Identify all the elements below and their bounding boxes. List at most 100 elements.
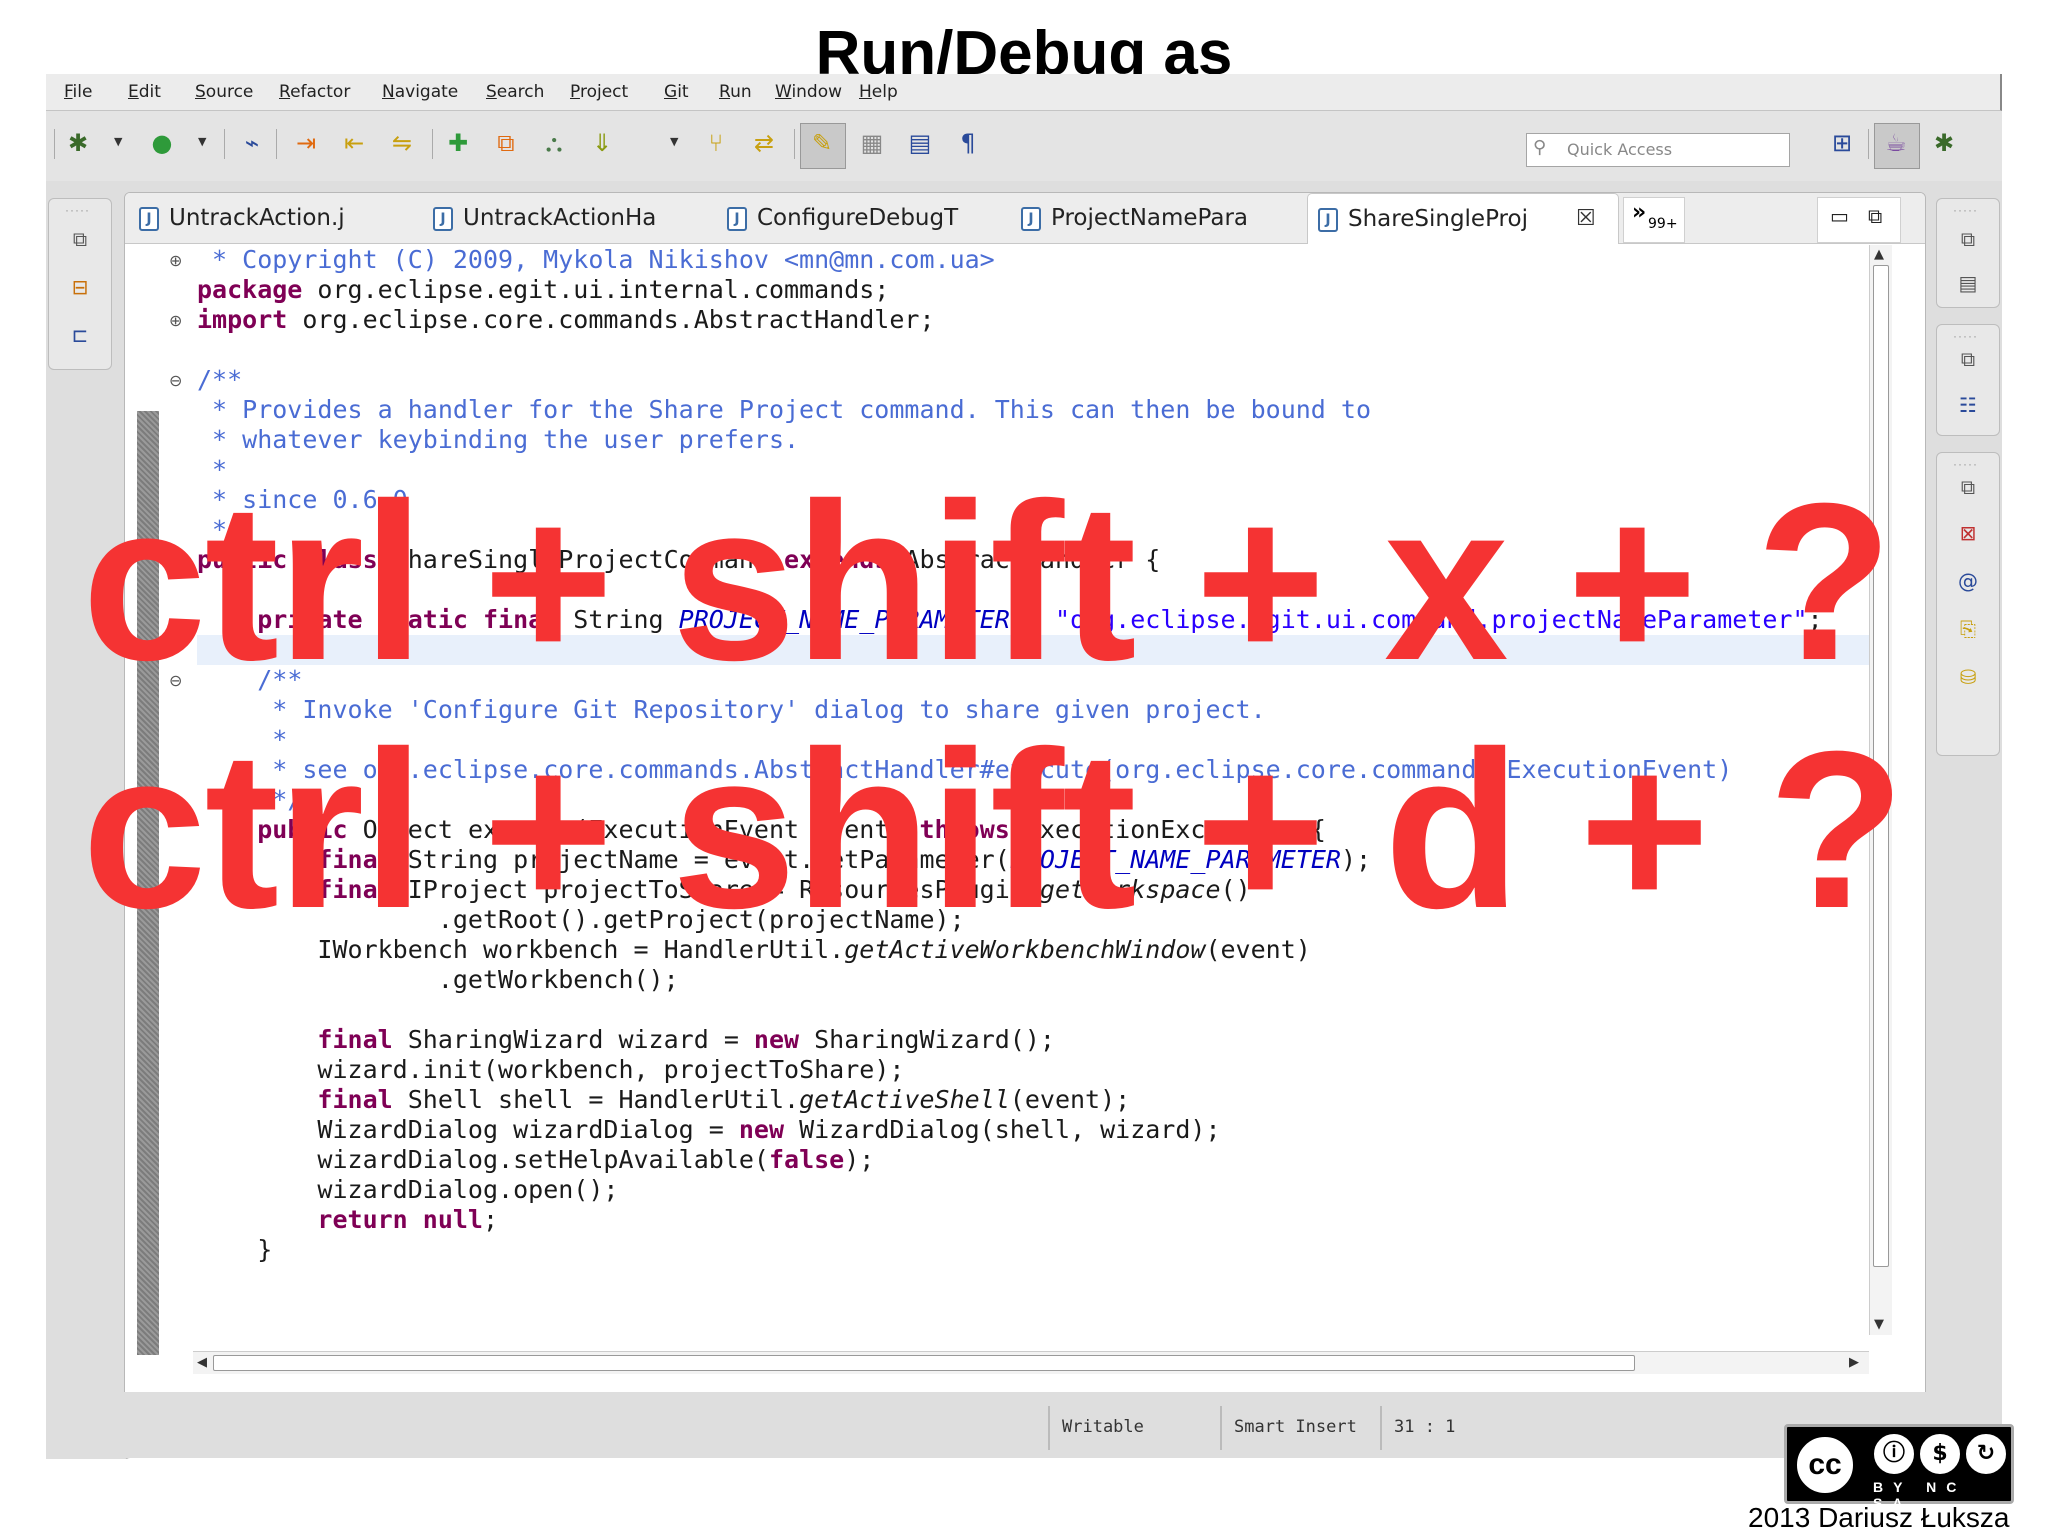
drag-handle[interactable]: ····· — [1953, 203, 1978, 217]
task-list-icon[interactable]: ▤ — [1954, 269, 1982, 297]
editor-tab[interactable]: J ProjectNamePara — [1021, 193, 1301, 243]
code-line: final Shell shell = HandlerUtil.getActiv… — [317, 1085, 1131, 1114]
restore-icon[interactable]: ⧉ — [1954, 225, 1982, 253]
attribution-icon: ⓘ — [1871, 1431, 1917, 1477]
shortcut-overlay-debug: ctrl + shift + d + ? — [82, 705, 1905, 955]
pull-dropdown-icon[interactable]: ▼ — [670, 135, 678, 148]
block-selection-icon[interactable]: ▦ — [856, 127, 888, 159]
shortcut-overlay-run: ctrl + shift + x + ? — [82, 457, 1893, 707]
code-line: } — [257, 1235, 273, 1264]
author-credit: 2013 Dariusz Łuksza — [1748, 1502, 2010, 1533]
quick-access-input[interactable]: ⚲ Quick Access — [1526, 133, 1790, 167]
menu-git[interactable]: Git — [664, 82, 689, 102]
close-tab-icon[interactable]: ☒ — [1576, 206, 1596, 231]
left-trim-panel: ····· ⧉ ⊟ ⊏ — [48, 198, 112, 370]
menu-run[interactable]: Run — [719, 82, 752, 102]
expand-icon[interactable]: ⊕ — [169, 251, 182, 270]
right-trim-panel-mid: ····· ⧉ ☷ — [1936, 324, 2000, 436]
javadoc-icon[interactable]: @ — [1954, 567, 1982, 595]
menu-refactor[interactable]: Refactor — [279, 82, 350, 102]
debug-dropdown-icon[interactable]: ▼ — [114, 135, 122, 148]
new-java-project-icon[interactable]: ⇥ — [290, 127, 322, 159]
run-icon[interactable]: ● — [146, 127, 178, 159]
toolbar-separator — [276, 129, 277, 159]
commit-icon[interactable]: ⧉ — [490, 127, 522, 159]
chevron-double-icon: » — [1632, 200, 1647, 225]
right-trim-panel-top: ····· ⧉ ▤ — [1936, 198, 2000, 308]
tab-overflow-button[interactable]: » 99+ — [1623, 197, 1685, 243]
merge-icon[interactable]: ⑂ — [700, 127, 732, 159]
type-hierarchy-icon[interactable]: ⊏ — [66, 321, 94, 349]
code-line: wizardDialog.setHelpAvailable(false); — [317, 1145, 875, 1174]
java-file-icon: J — [139, 207, 159, 231]
debug-perspective-icon[interactable]: ✱ — [1928, 127, 1960, 159]
menu-help[interactable]: Help — [859, 82, 898, 102]
cc-license-badge: cc ⓘ $ ↻ BY NC SA — [1784, 1424, 2014, 1511]
java-perspective-icon[interactable]: ☕ — [1880, 127, 1912, 159]
scroll-left-icon[interactable]: ◀ — [197, 1355, 207, 1370]
open-perspective-icon[interactable]: ⊞ — [1826, 127, 1858, 159]
run-dropdown-icon[interactable]: ▼ — [198, 135, 206, 148]
scroll-up-icon[interactable]: ▲ — [1874, 247, 1884, 262]
java-file-icon: J — [1318, 208, 1338, 232]
right-trim-panel-bottom: ····· ⧉ ⊠ @ ⎘ ⛁ — [1936, 452, 2000, 756]
problems-icon[interactable]: ⊠ — [1954, 519, 1982, 547]
menu-project[interactable]: Project — [570, 82, 628, 102]
code-line: package org.eclipse.egit.ui.internal.com… — [197, 275, 890, 304]
editor-tab[interactable]: J UntrackAction.j — [139, 193, 419, 243]
drag-handle[interactable]: ····· — [1953, 329, 1978, 343]
menu-source[interactable]: Source — [195, 82, 253, 102]
outline-icon[interactable]: ☷ — [1954, 391, 1982, 419]
code-line: /** — [197, 365, 243, 394]
menu-edit[interactable]: Edit — [128, 82, 161, 102]
menu-window[interactable]: Window — [775, 82, 842, 102]
scroll-down-icon[interactable]: ▼ — [1874, 1317, 1884, 1332]
new-class-icon[interactable]: ⇋ — [386, 127, 418, 159]
horizontal-scroll-thumb[interactable] — [213, 1355, 1635, 1371]
skip-breakpoints-icon[interactable]: ⌁ — [236, 127, 268, 159]
status-bar: Writable Smart Insert 31 : 1 — [46, 1392, 2002, 1458]
search-icon: ⚲ — [1533, 137, 1547, 158]
code-line: return null; — [317, 1205, 499, 1234]
drag-handle[interactable]: ····· — [65, 203, 90, 217]
declaration-icon[interactable]: ⎘ — [1954, 615, 1982, 643]
debug-icon[interactable]: ✱ — [62, 127, 94, 159]
fetch-icon[interactable]: ⛬ — [538, 127, 570, 159]
expand-icon[interactable]: ⊕ — [169, 311, 182, 330]
code-line: wizard.init(workbench, projectToShare); — [317, 1055, 905, 1084]
scroll-right-icon[interactable]: ▶ — [1849, 1355, 1859, 1370]
minimize-icon[interactable]: ▭ — [1830, 204, 1849, 228]
menu-navigate[interactable]: Navigate — [382, 82, 458, 102]
restore-icon[interactable]: ⧉ — [66, 225, 94, 253]
package-explorer-icon[interactable]: ⊟ — [66, 273, 94, 301]
add-icon[interactable]: ✚ — [442, 127, 474, 159]
menu-search[interactable]: Search — [486, 82, 544, 102]
show-whitespace-icon[interactable]: ¶ — [952, 127, 984, 159]
code-line: import org.eclipse.core.commands.Abstrac… — [197, 305, 935, 334]
toolbar-separator — [54, 129, 55, 159]
editor-tab-active[interactable]: J ShareSingleProj ☒ — [1307, 193, 1619, 244]
restore-icon[interactable]: ⧉ — [1954, 345, 1982, 373]
main-toolbar: ✱ ▼ ● ▼ ⌁ ⇥ ⇤ ⇋ ✚ ⧉ ⛬ ⇓ ▼ ⑂ ⇄ ✎ ▦ ▤ ¶ ⚲ … — [46, 111, 2002, 181]
drag-handle[interactable]: ····· — [1953, 457, 1978, 471]
restore-icon[interactable]: ⧉ — [1954, 473, 1982, 501]
toolbar-separator — [794, 129, 795, 159]
collapse-icon[interactable]: ⊖ — [169, 371, 182, 390]
git-repositories-icon[interactable]: ⛁ — [1954, 663, 1982, 691]
editor-tab[interactable]: J UntrackActionHa — [433, 193, 713, 243]
show-source-icon[interactable]: ▤ — [904, 127, 936, 159]
editor-tab[interactable]: J ConfigureDebugT — [727, 193, 1007, 243]
menu-file[interactable]: File — [64, 82, 92, 102]
maximize-icon[interactable]: ⧉ — [1868, 204, 1882, 228]
code-line: .getWorkbench(); — [317, 965, 679, 994]
horizontal-scrollbar[interactable]: ◀ ▶ — [193, 1351, 1869, 1374]
tab-label: UntrackActionHa — [463, 205, 657, 231]
pull-icon[interactable]: ⇓ — [586, 127, 618, 159]
push-icon[interactable]: ⇄ — [748, 127, 780, 159]
code-line: * Copyright (C) 2009, Mykola Nikishov <m… — [197, 245, 995, 274]
highlighter-icon[interactable]: ✎ — [806, 127, 838, 159]
toolbar-separator — [1868, 129, 1869, 159]
java-file-icon: J — [433, 207, 453, 231]
new-package-icon[interactable]: ⇤ — [338, 127, 370, 159]
code-line: * whatever keybinding the user prefers. — [197, 425, 800, 454]
